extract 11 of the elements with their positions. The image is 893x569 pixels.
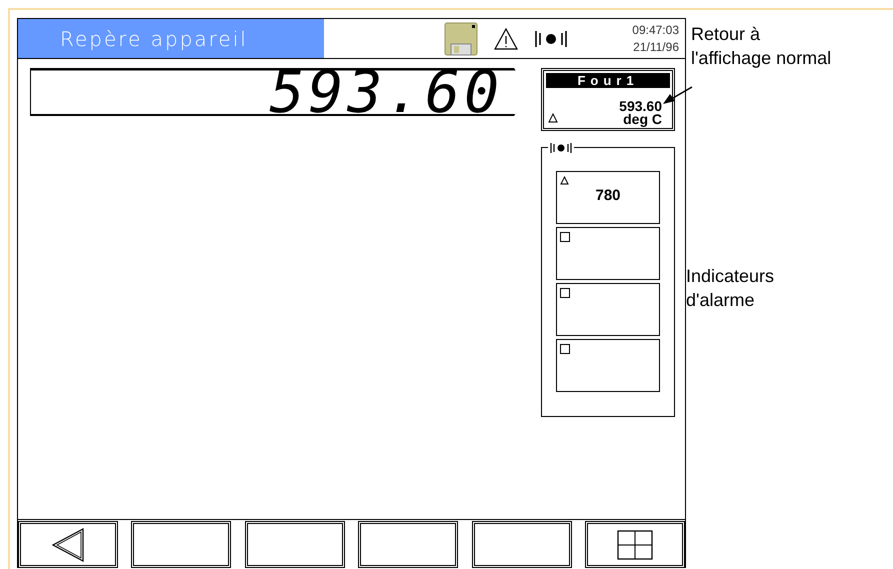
annotation-text: Indicateurs d'alarme <box>686 265 774 312</box>
channel-tag: Four1 <box>546 73 670 88</box>
channel-value: 593.60 <box>619 100 662 113</box>
channel-faceplate[interactable]: Four1 593.60 deg C <box>541 68 675 131</box>
channel-unit: deg C <box>623 113 662 126</box>
alarm-setpoint: 780 <box>595 187 621 204</box>
alarm-indicator[interactable]: 780 <box>556 171 660 224</box>
annotation-text: Retour à l'affichage normal <box>691 23 832 70</box>
date-text: 21/11/96 <box>633 40 679 54</box>
time-text: 09:47:03 <box>632 23 679 37</box>
window-title: Repère appareil <box>18 19 324 58</box>
